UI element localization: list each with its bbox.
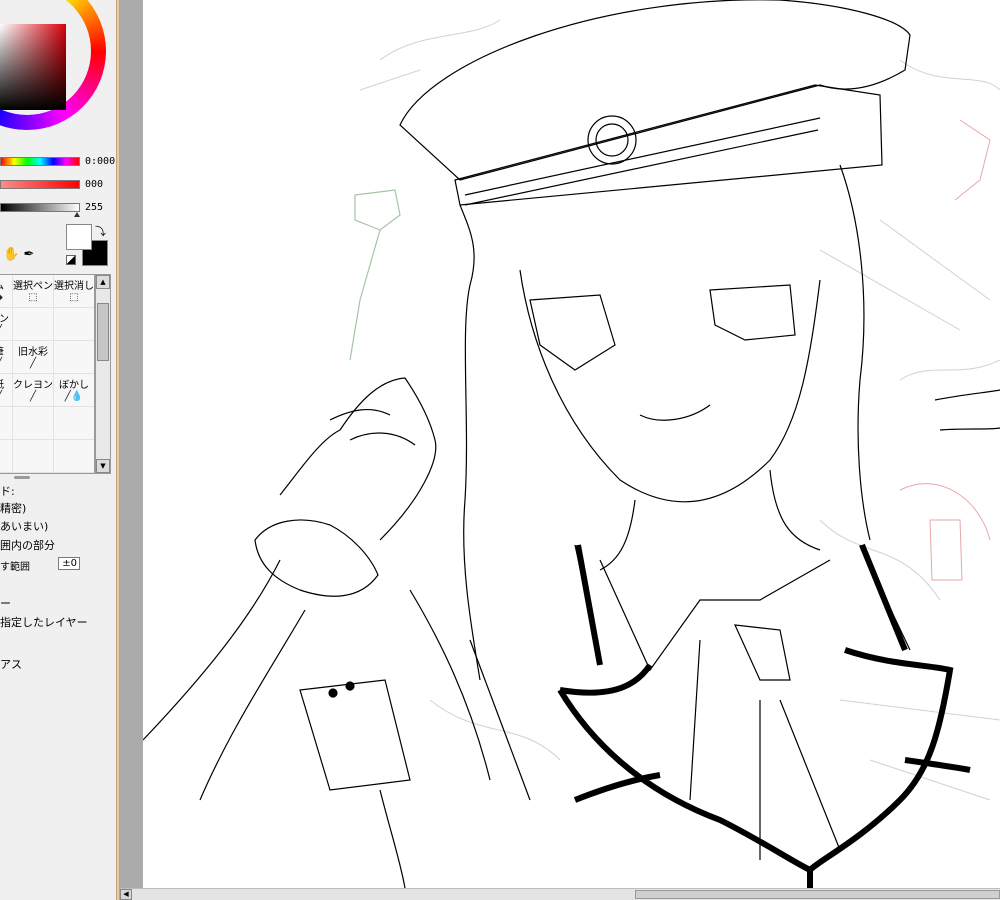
brush-cell-empty[interactable]: [54, 440, 94, 473]
range-label: す範囲: [0, 562, 30, 573]
select-erase-icon: ⬚: [69, 292, 79, 303]
scroll-up-icon[interactable]: ▲: [96, 275, 110, 289]
eraser-icon: ◆: [0, 292, 12, 303]
option-inside-area[interactable]: 囲内の部分: [0, 537, 55, 553]
range-value-field[interactable]: ±0: [58, 557, 80, 570]
main-color-swatch[interactable]: [66, 224, 92, 250]
paper-icon: ╱: [0, 391, 12, 402]
select-pen-icon: ⬚: [28, 292, 38, 303]
brush-cell-empty[interactable]: [0, 440, 13, 473]
brush-cell-blur[interactable]: ぼかし ╱💧: [54, 374, 94, 407]
reset-colors-icon[interactable]: [66, 255, 76, 265]
tool-panel: 0:000 000 255 ✋ ✒ ⤵ ム ◆ 選択ペン ⬚ 選択消し ⬚ ペン…: [0, 0, 116, 900]
watercolor-icon: ╱: [29, 358, 37, 369]
brush-cell-empty[interactable]: [54, 341, 94, 374]
red-slider[interactable]: [0, 180, 80, 189]
drawing-canvas[interactable]: [143, 0, 1000, 888]
brush-cell-brush[interactable]: 筆 ╱: [0, 341, 13, 374]
brush-grid-scrollbar[interactable]: ▲ ▼: [95, 274, 111, 474]
brightness-slider[interactable]: [0, 203, 80, 212]
hue-slider[interactable]: [0, 157, 80, 166]
brush-cell-empty[interactable]: [0, 407, 13, 440]
blur-icon: ╱💧: [64, 391, 84, 402]
brush-cell-empty[interactable]: [54, 407, 94, 440]
option-precise[interactable]: 精密): [0, 500, 26, 516]
brush-icon: ╱: [0, 358, 12, 369]
brush-cell-empty[interactable]: [13, 440, 54, 473]
eyedropper-icon[interactable]: ✒: [22, 248, 36, 262]
brush-tool-grid: ム ◆ 選択ペン ⬚ 選択消し ⬚ ペン ╱ 筆 ╱ 旧水彩 ╱ 紙 ╱: [0, 274, 95, 474]
brush-cell-select-erase[interactable]: 選択消し ⬚: [54, 275, 94, 308]
brush-cell-crayon[interactable]: クレヨン ╱: [13, 374, 54, 407]
canvas-horizontal-scrollbar[interactable]: ◀: [120, 888, 1000, 900]
option-vague[interactable]: あいまい): [0, 518, 48, 534]
pen-icon: ╱: [0, 325, 12, 336]
mode-label: ド:: [0, 485, 15, 498]
hand-tool-icon[interactable]: ✋: [3, 248, 19, 262]
brush-cell-empty[interactable]: [54, 308, 94, 341]
hue-slider-value: 0:000: [85, 156, 116, 167]
brush-cell-eraser[interactable]: ム ◆: [0, 275, 13, 308]
brush-cell-select-pen[interactable]: 選択ペン ⬚: [13, 275, 54, 308]
brush-grid-scroll-thumb[interactable]: [97, 303, 109, 361]
scroll-down-icon[interactable]: ▼: [96, 459, 110, 473]
brush-cell-pen[interactable]: ペン ╱: [0, 308, 13, 341]
brush-cell-empty[interactable]: [13, 308, 54, 341]
saturation-value-square[interactable]: [0, 24, 66, 110]
brush-cell-watercolor[interactable]: 旧水彩 ╱: [13, 341, 54, 374]
brightness-slider-value: 255: [85, 202, 104, 213]
option-specified-layer[interactable]: 指定したレイヤー: [0, 614, 88, 630]
red-slider-value: 000: [85, 179, 104, 190]
canvas-scroll-thumb[interactable]: [635, 890, 1000, 899]
brush-cell-empty[interactable]: [13, 407, 54, 440]
option-antialias[interactable]: アス: [0, 656, 22, 672]
panel-splitter-handle[interactable]: [14, 476, 30, 479]
layer-header: ー: [0, 597, 11, 610]
lineart-drawing: [143, 0, 1000, 888]
swap-colors-icon[interactable]: ⤵: [95, 223, 106, 239]
scroll-left-icon[interactable]: ◀: [120, 889, 132, 900]
brightness-slider-handle[interactable]: [74, 212, 80, 217]
crayon-icon: ╱: [29, 391, 37, 402]
brush-cell-paper[interactable]: 紙 ╱: [0, 374, 13, 407]
canvas-background: [120, 0, 143, 888]
